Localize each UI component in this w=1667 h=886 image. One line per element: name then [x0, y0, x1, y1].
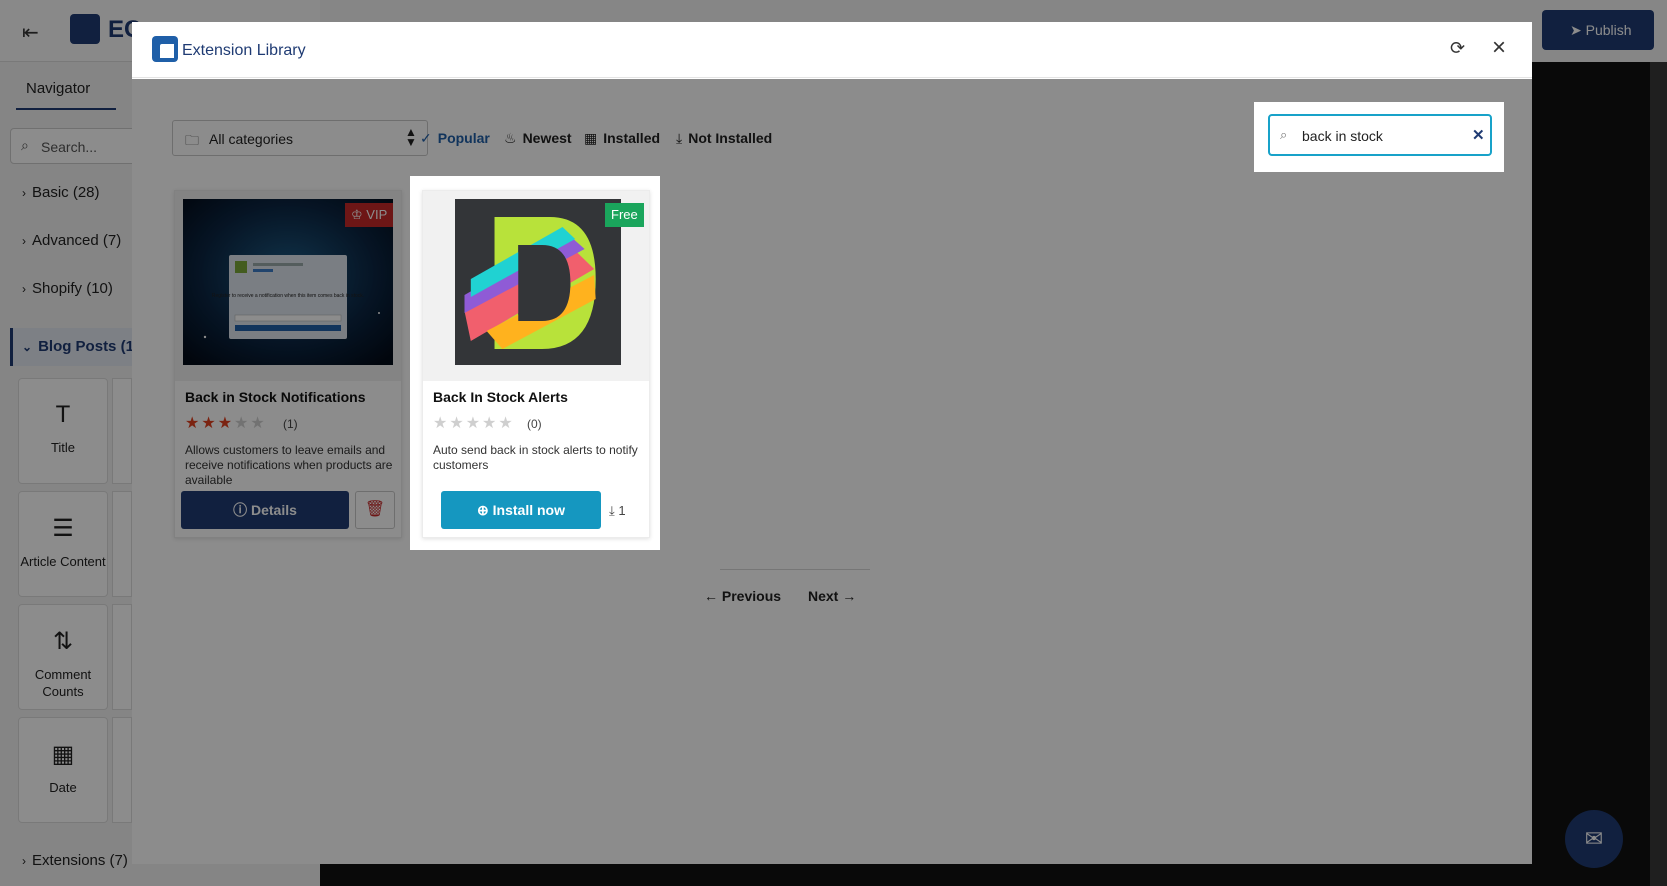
plus-circle-icon: ⊕ — [477, 502, 493, 518]
extension-name: Back In Stock Alerts — [433, 389, 568, 405]
close-icon[interactable]: × — [1492, 34, 1506, 62]
extension-library-modal: Extension Library ⟳ × 🗀 All categories ▲… — [132, 22, 1532, 864]
free-badge: Free — [605, 203, 644, 227]
search-field[interactable] — [1302, 128, 1452, 144]
clear-search-icon[interactable]: ✕ — [1472, 126, 1485, 144]
modal-title: Extension Library — [182, 42, 306, 59]
star-rating: ★★★★★ — [433, 415, 515, 432]
modal-header: Extension Library ⟳ × — [132, 22, 1532, 78]
extension-thumbnail — [455, 199, 621, 365]
rating-count: (0) — [527, 417, 542, 431]
search-icon: ⌕ — [1280, 127, 1288, 142]
download-count: ⤓ 1 — [609, 503, 626, 518]
search-input[interactable]: ⌕ ✕ — [1268, 114, 1492, 156]
download-icon: ⤓ — [609, 503, 619, 518]
extension-card[interactable]: Free Back In Stock Alerts ★★★★★ (0) Auto… — [422, 190, 650, 538]
extension-description: Auto send back in stock alerts to notify… — [433, 443, 638, 472]
library-logo-icon — [152, 36, 178, 62]
refresh-icon[interactable]: ⟳ — [1450, 38, 1465, 59]
install-now-button[interactable]: ⊕ Install now — [441, 491, 601, 529]
